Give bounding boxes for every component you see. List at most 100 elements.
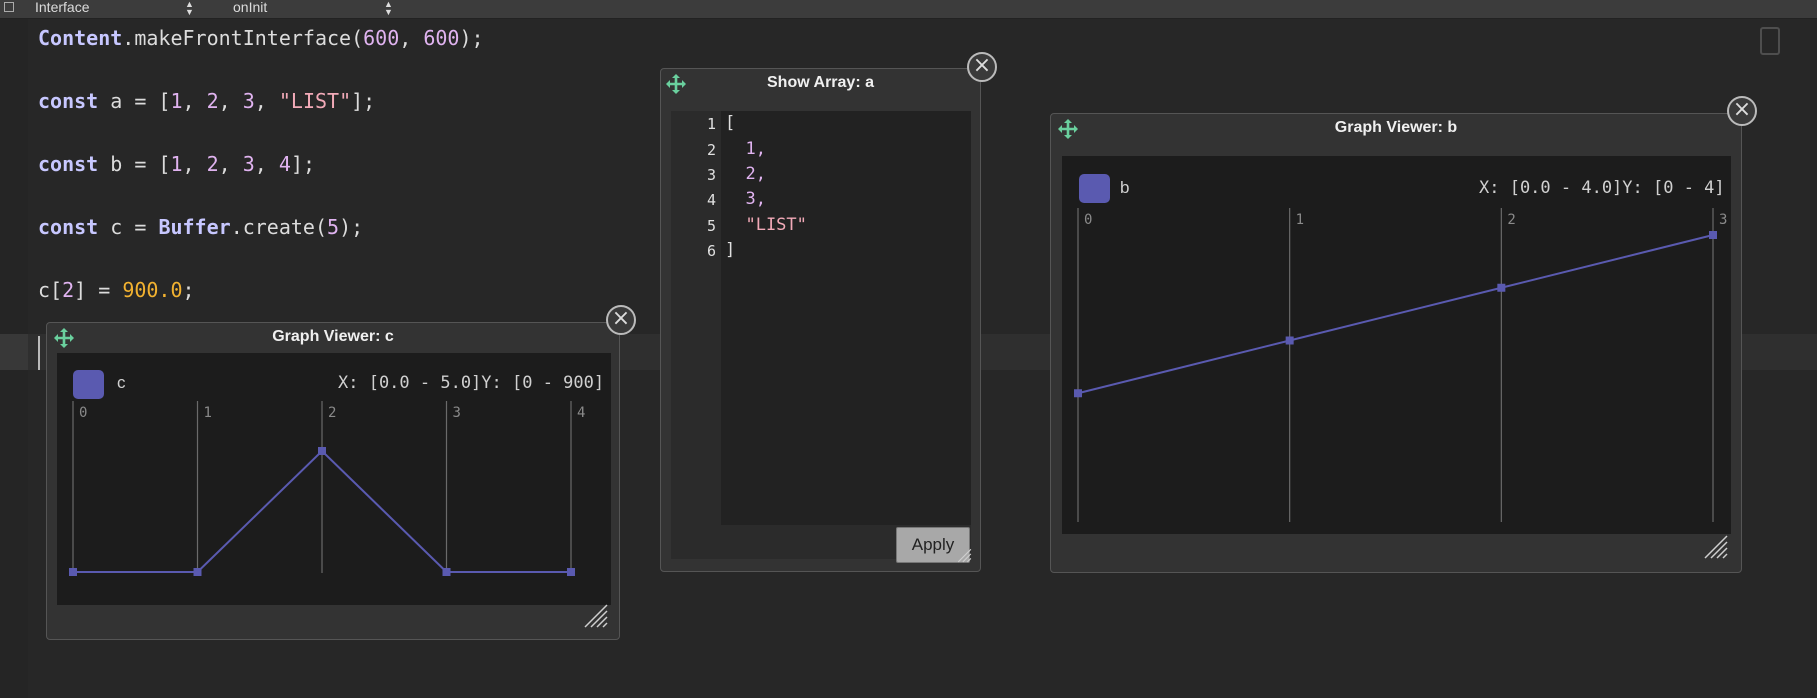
updown-arrow-icon: ▲ ▼: [384, 0, 393, 17]
x-tick-label: 1: [1296, 212, 1304, 228]
code-token: 600: [363, 26, 400, 50]
code-token: ] =: [74, 278, 123, 302]
code-token: const: [38, 152, 99, 176]
graph-c-svg: 0 1 2 3 4: [69, 401, 585, 576]
x-tick-label: 4: [577, 405, 585, 421]
close-icon[interactable]: ×: [606, 305, 636, 335]
bookmark-icon[interactable]: [1760, 27, 1780, 55]
data-point: [1709, 231, 1717, 239]
x-tick-label: 1: [204, 405, 212, 421]
callback-combobox-value: onInit: [233, 0, 268, 15]
code-line-4[interactable]: const c = Buffer.create(5);: [38, 215, 363, 239]
line-number: 6: [706, 242, 716, 260]
code-token: a = [: [98, 89, 171, 113]
code-line-1[interactable]: Content.makeFrontInterface(600, 600);: [38, 26, 484, 50]
array-editor[interactable]: 1 2 3 4 5 6 [ 1, 2, 3, "LIST" ]: [671, 111, 971, 559]
line-number: 4: [706, 191, 716, 209]
code-token: ,: [399, 26, 424, 50]
updown-arrow-icon: ▲ ▼: [185, 0, 194, 17]
graph-c-area: c X: [0.0 - 5.0]Y: [0 - 900] 01234: [57, 353, 611, 605]
array-text-line: "LIST": [725, 215, 807, 235]
array-text-line: 2,: [725, 164, 766, 184]
array-text-line: 1,: [725, 139, 766, 159]
graph-b-area: b X: [0.0 - 4.0]Y: [0 - 4] 0123: [1062, 156, 1731, 534]
interface-combobox[interactable]: Interface ▲ ▼: [35, 0, 200, 17]
close-icon[interactable]: ×: [1727, 96, 1757, 126]
code-token: 2: [206, 89, 219, 113]
array-text-line: ]: [725, 240, 736, 260]
x-tick-label: 0: [1084, 212, 1092, 228]
line-number: 5: [706, 217, 716, 235]
code-token: 3: [242, 152, 255, 176]
graph-b-svg: 0 1 2 3: [1074, 208, 1727, 522]
code-token: 4: [278, 152, 291, 176]
code-token: );: [459, 26, 484, 50]
code-line-3[interactable]: const b = [1, 2, 3, 4];: [38, 152, 315, 176]
data-point: [1074, 389, 1082, 398]
code-token: 1: [170, 89, 183, 113]
text-cursor: [38, 336, 40, 370]
code-token: 1: [170, 152, 183, 176]
code-token: ,: [182, 89, 207, 113]
code-token: ,: [218, 89, 243, 113]
interface-combobox-value: Interface: [35, 0, 90, 15]
code-line-5[interactable]: c[2] = 900.0;: [38, 278, 195, 302]
code-token: Buffer: [158, 215, 231, 239]
series-line: [1077, 234, 1714, 395]
line-number: 3: [706, 166, 716, 184]
x-tick-label: 3: [1719, 212, 1727, 228]
code-line-2[interactable]: const a = [1, 2, 3, "LIST"];: [38, 89, 375, 113]
code-token: c =: [98, 215, 159, 239]
top-toolbar: Interface ▲ ▼ onInit ▲ ▼: [0, 0, 1817, 19]
panel-title: Show Array: a: [767, 74, 874, 91]
resize-grip-icon[interactable]: [956, 547, 972, 563]
data-point: [318, 447, 326, 455]
array-text-line: [: [725, 113, 736, 133]
code-token: 2: [62, 278, 75, 302]
data-point: [69, 568, 77, 576]
code-token: ,: [254, 89, 279, 113]
callback-combobox[interactable]: onInit ▲ ▼: [233, 0, 398, 17]
code-token: ];: [351, 89, 376, 113]
code-token: "LIST": [278, 89, 352, 113]
data-point: [1497, 283, 1506, 292]
data-point: [193, 568, 202, 576]
code-token: 3: [242, 89, 255, 113]
graph-viewer-c-panel: Graph Viewer: c c X: [0.0 - 5.0]Y: [0 - …: [46, 322, 620, 640]
array-text-line: 3,: [725, 189, 766, 209]
line-number: 1: [706, 115, 716, 133]
code-token: .makeFrontInterface(: [122, 26, 364, 50]
code-token: 900.0: [122, 278, 183, 302]
popout-icon[interactable]: [4, 2, 14, 12]
x-tick-label: 2: [328, 405, 336, 421]
x-tick-label: 2: [1507, 212, 1515, 228]
code-token: b = [: [98, 152, 171, 176]
show-array-panel: Show Array: a 1 2 3 4 5 6 [ 1, 2, 3, "LI…: [660, 68, 981, 572]
code-token: 2: [206, 152, 219, 176]
code-token: );: [339, 215, 364, 239]
code-token: ];: [290, 152, 316, 176]
line-number: 2: [706, 141, 716, 159]
code-token: ,: [182, 152, 207, 176]
code-token: const: [38, 89, 99, 113]
resize-grip-icon[interactable]: [581, 601, 609, 629]
code-token: .create(: [230, 215, 328, 239]
code-token: Content: [38, 26, 123, 50]
data-point: [442, 568, 451, 576]
code-token: const: [38, 215, 99, 239]
code-token: 600: [423, 26, 460, 50]
panel-title: Graph Viewer: c: [272, 328, 394, 345]
code-token: ;: [182, 278, 195, 302]
resize-grip-icon[interactable]: [1701, 532, 1729, 560]
current-line-gutter: [0, 334, 28, 370]
x-tick-label: 3: [453, 405, 461, 421]
panel-title: Graph Viewer: b: [1334, 119, 1458, 136]
data-point: [567, 568, 575, 576]
close-icon[interactable]: ×: [967, 52, 997, 82]
code-token: ,: [218, 152, 243, 176]
x-tick-label: 0: [79, 405, 87, 421]
graph-viewer-b-panel: Graph Viewer: b b X: [0.0 - 4.0]Y: [0 - …: [1050, 113, 1742, 573]
code-token: 5: [327, 215, 340, 239]
data-point: [1285, 336, 1294, 345]
code-token: ,: [254, 152, 279, 176]
